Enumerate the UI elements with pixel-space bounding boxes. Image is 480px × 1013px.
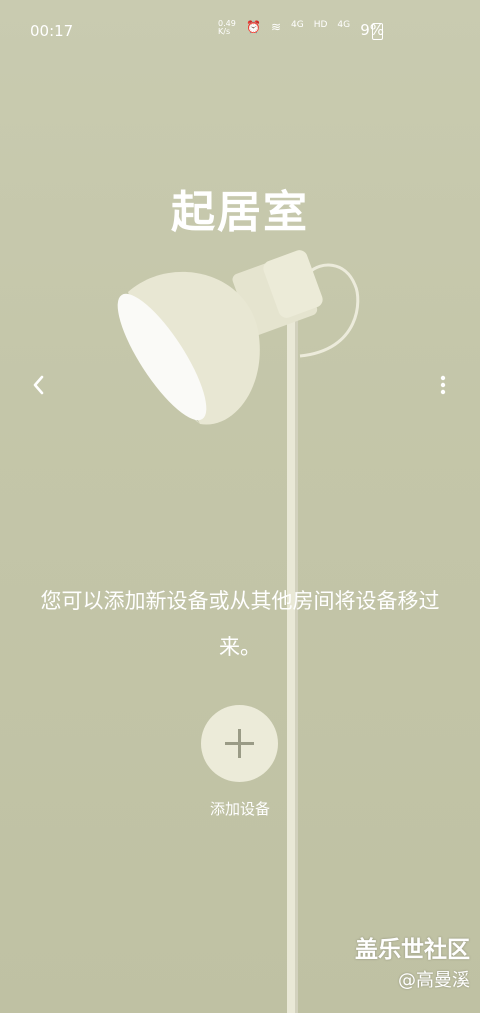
- add-device-button[interactable]: [201, 705, 278, 782]
- watermark-user: @高曼溪: [398, 970, 470, 991]
- floor-lamp-illustration: [117, 250, 360, 1013]
- battery-icon: [372, 23, 383, 40]
- plus-icon: [225, 729, 254, 758]
- net-speed-indicator: 0.49 K/s: [218, 19, 236, 36]
- status-time: 00:17: [30, 22, 74, 40]
- alarm-icon: ⏰: [246, 20, 261, 34]
- watermark-forum: 盖乐世社区: [355, 937, 470, 963]
- room-title: 起居室: [171, 187, 309, 238]
- status-bar: 00:17 0.49 K/s ⏰ ≋ 4G HD 4G 9%: [0, 0, 480, 60]
- more-vertical-icon: [440, 375, 446, 395]
- hd-indicator: HD: [313, 20, 328, 30]
- back-button[interactable]: [28, 370, 56, 400]
- status-icons: 0.49 K/s ⏰ ≋ 4G HD 4G: [218, 20, 350, 36]
- add-device-label: 添加设备: [209, 800, 270, 818]
- wifi-icon: ≋: [270, 20, 282, 34]
- empty-state-message: 您可以添加新设备或从其他房间将设备移过来。: [40, 589, 440, 659]
- signal-4g-b: 4G: [337, 20, 351, 30]
- more-options-button[interactable]: [432, 372, 454, 398]
- signal-4g-a: 4G: [291, 20, 304, 30]
- chevron-left-icon: [33, 375, 44, 395]
